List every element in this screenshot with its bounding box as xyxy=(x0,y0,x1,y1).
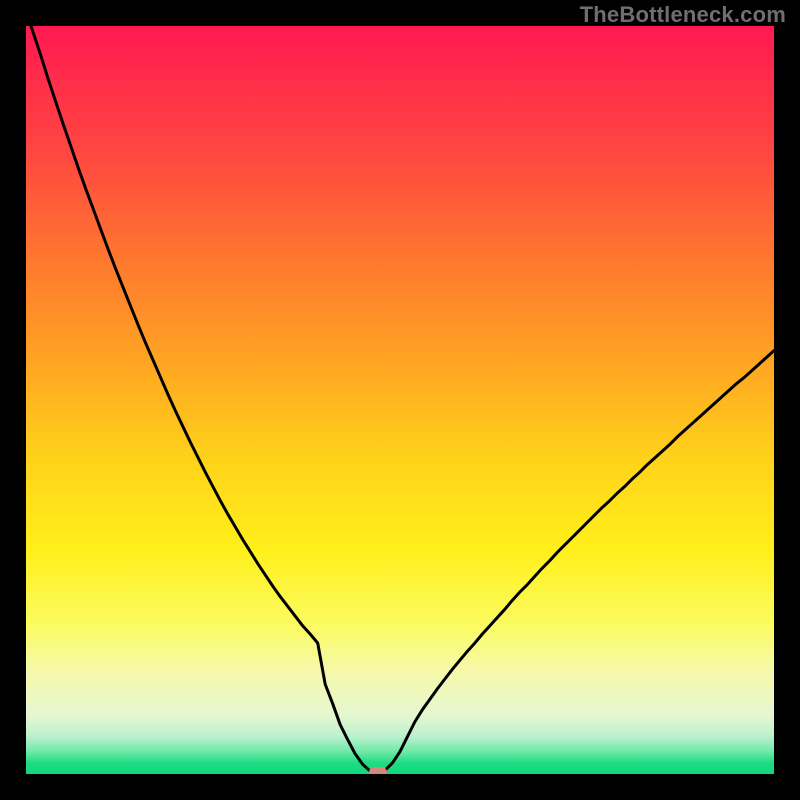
bottleneck-curve xyxy=(26,26,774,774)
min-point-marker xyxy=(369,767,387,774)
outer-frame: TheBottleneck.com xyxy=(0,0,800,800)
plot-area xyxy=(26,26,774,774)
curve-svg xyxy=(26,26,774,774)
watermark-text: TheBottleneck.com xyxy=(580,2,786,28)
